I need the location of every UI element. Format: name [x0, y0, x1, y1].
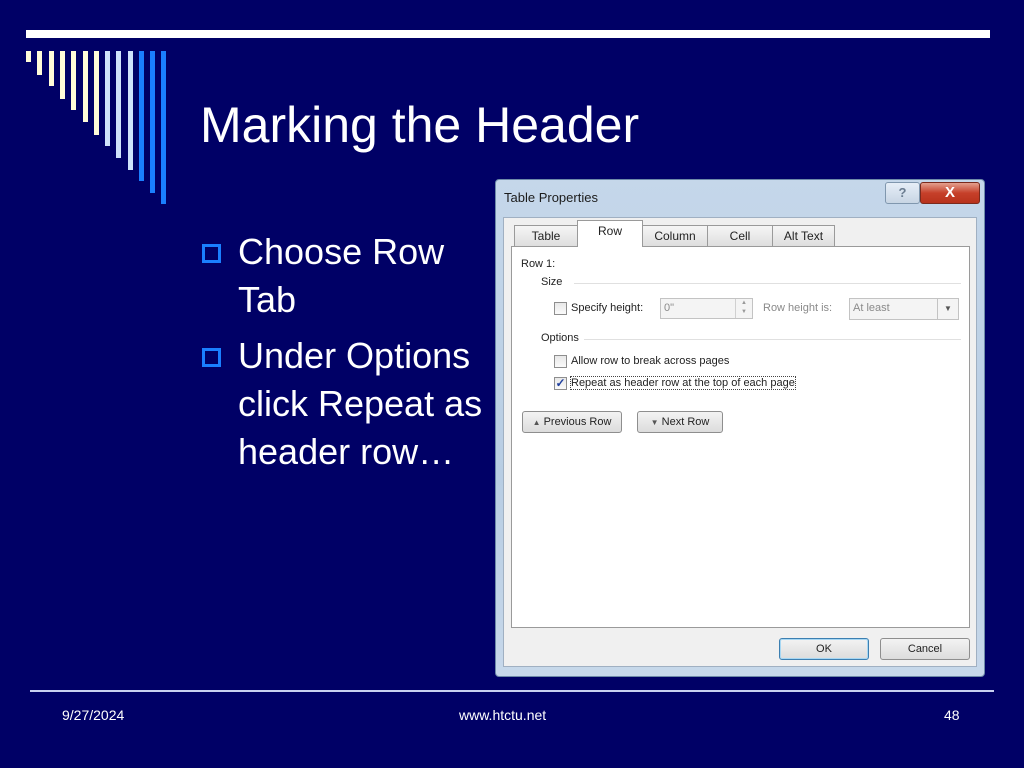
previous-row-button[interactable]: ▲ Previous Row: [522, 411, 622, 433]
repeat-header-checkbox[interactable]: ✓: [554, 377, 567, 390]
help-button[interactable]: ?: [885, 182, 920, 204]
top-rule: [26, 30, 990, 38]
stripe: [83, 51, 88, 122]
tab-column[interactable]: Column: [642, 225, 708, 246]
size-group-divider: [574, 283, 961, 284]
height-spinner[interactable]: ▲ ▼: [735, 299, 752, 318]
tab-table[interactable]: Table: [514, 225, 578, 246]
page-number: 48: [944, 707, 960, 723]
spin-down-icon: ▼: [741, 309, 747, 315]
triangle-down-icon: ▼: [650, 418, 659, 427]
footer-url: www.htctu.net: [459, 707, 547, 723]
square-bullet-icon: [202, 348, 221, 367]
height-value: 0": [664, 302, 675, 314]
specify-height-label: Specify height:: [571, 302, 644, 314]
next-row-label: Next Row: [661, 416, 710, 428]
footer-rule: [30, 690, 994, 692]
spin-up-icon: ▲: [741, 300, 747, 306]
tab-row[interactable]: Row: [577, 220, 643, 247]
stripe: [49, 51, 54, 86]
row-height-is-label: Row height is:: [763, 302, 833, 314]
dialog-title: Table Properties: [504, 190, 598, 205]
slide-title: Marking the Header: [200, 97, 640, 153]
row-height-is-value: At least: [853, 302, 890, 314]
stripe: [128, 51, 133, 170]
options-group-label: Options: [541, 332, 579, 344]
bullet-list: Choose Row Tab Under Options click Repea…: [200, 228, 490, 484]
bullet-text: Under Options click Repeat as header row…: [238, 335, 483, 472]
row-tab-panel: Row 1: Size Specify height: 0" ▲ ▼ Row he…: [511, 246, 970, 628]
row-height-is-select[interactable]: At least ▼: [849, 298, 959, 320]
triangle-up-icon: ▲: [532, 418, 541, 427]
checkmark-icon: ✓: [555, 376, 566, 390]
previous-row-label: Previous Row: [543, 416, 612, 428]
repeat-header-label: Repeat as header row at the top of each …: [570, 376, 796, 390]
options-group-divider: [584, 339, 961, 340]
tab-alt-text[interactable]: Alt Text: [772, 225, 835, 246]
ok-button[interactable]: OK: [779, 638, 869, 660]
height-input[interactable]: 0" ▲ ▼: [660, 298, 753, 319]
chevron-down-icon: ▼: [937, 299, 958, 319]
stripe: [26, 51, 31, 62]
tab-cell[interactable]: Cell: [707, 225, 773, 246]
specify-height-checkbox[interactable]: [554, 302, 567, 315]
stripe: [105, 51, 110, 146]
row-label: Row 1:: [521, 258, 556, 270]
size-group-label: Size: [541, 276, 563, 288]
square-bullet-icon: [202, 244, 221, 263]
footer-date: 9/27/2024: [62, 707, 125, 723]
next-row-button[interactable]: ▼ Next Row: [637, 411, 723, 433]
dialog-body: Table Row Column Cell Alt Text Row 1: Si…: [503, 217, 977, 667]
bullet-item: Under Options click Repeat as header row…: [200, 332, 490, 476]
close-icon: X: [944, 184, 955, 201]
table-properties-dialog: Table Properties ? X Table Row Column Ce…: [495, 179, 985, 677]
bullet-item: Choose Row Tab: [200, 228, 490, 324]
allow-break-label: Allow row to break across pages: [571, 355, 730, 367]
stripe: [37, 51, 42, 75]
stripe: [161, 51, 166, 204]
stripe: [94, 51, 99, 135]
cancel-button[interactable]: Cancel: [880, 638, 970, 660]
help-icon: ?: [898, 185, 907, 200]
stripe: [150, 51, 155, 193]
stripe: [71, 51, 76, 110]
stripe: [60, 51, 65, 99]
bullet-text: Choose Row Tab: [238, 231, 445, 320]
close-button[interactable]: X: [920, 182, 980, 204]
allow-break-checkbox[interactable]: [554, 355, 567, 368]
stripe: [116, 51, 121, 158]
stripe: [139, 51, 144, 181]
